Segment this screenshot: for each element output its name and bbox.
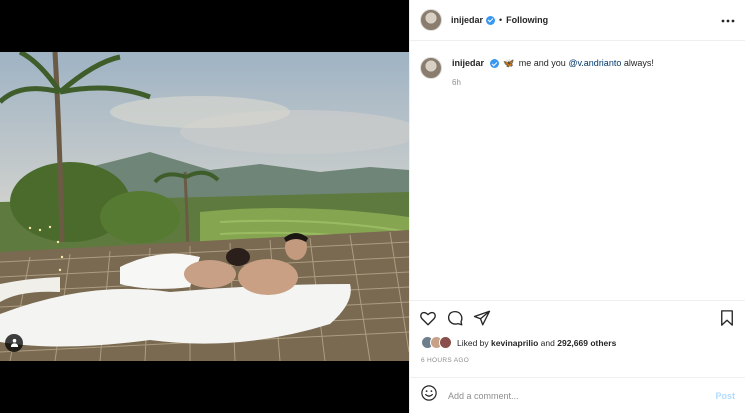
emoji-icon[interactable] — [420, 384, 438, 407]
post-media — [0, 0, 409, 413]
author-avatar[interactable] — [420, 9, 442, 31]
follow-separator: • — [499, 15, 503, 25]
liked-by-label: Liked by — [457, 337, 489, 348]
heart-icon[interactable] — [419, 309, 437, 327]
caption-avatar[interactable] — [420, 57, 442, 79]
caption-tail: always! — [623, 58, 654, 68]
tagged-users-button[interactable] — [5, 334, 23, 352]
caption-body: me and you — [518, 58, 566, 68]
more-options-icon[interactable] — [721, 14, 735, 26]
caption: inijedar 🦋 me and you @v.andrianto alway… — [410, 41, 745, 87]
caption-timestamp[interactable]: 6h — [452, 78, 654, 87]
post-comment-button[interactable]: Post — [715, 391, 735, 401]
liker-avatars — [421, 336, 452, 349]
liked-count-link[interactable]: 292,669 others — [557, 338, 616, 348]
liked-and-label: and — [540, 337, 555, 348]
add-comment-bar: Post — [410, 377, 745, 413]
following-button[interactable]: Following — [506, 15, 548, 25]
liker-avatar[interactable] — [439, 336, 452, 349]
comment-input[interactable] — [448, 390, 716, 401]
comment-icon[interactable] — [446, 309, 464, 327]
caption-text: inijedar 🦋 me and you @v.andrianto alway… — [452, 57, 654, 69]
post-header: inijedar • Following — [410, 0, 745, 41]
butterfly-emoji: 🦋 — [503, 58, 515, 68]
verified-badge-icon — [489, 59, 499, 69]
post-details-panel: inijedar • Following inijedar 🦋 me and y… — [409, 0, 745, 413]
caption-mention-link[interactable]: @v.andrianto — [568, 58, 621, 68]
post-date[interactable]: 6 HOURS AGO — [421, 357, 469, 364]
bookmark-icon[interactable] — [718, 309, 736, 327]
action-bar — [410, 300, 745, 334]
post-photo[interactable] — [0, 52, 409, 361]
share-icon[interactable] — [473, 309, 491, 327]
person-icon — [10, 334, 19, 352]
verified-badge-icon — [486, 15, 496, 25]
caption-username[interactable]: inijedar — [452, 58, 484, 68]
liked-by-user-link[interactable]: kevinaprilio — [491, 338, 538, 348]
likes-summary: Liked by kevinaprilio and 292,669 others — [421, 336, 616, 349]
author-username[interactable]: inijedar — [451, 15, 483, 25]
